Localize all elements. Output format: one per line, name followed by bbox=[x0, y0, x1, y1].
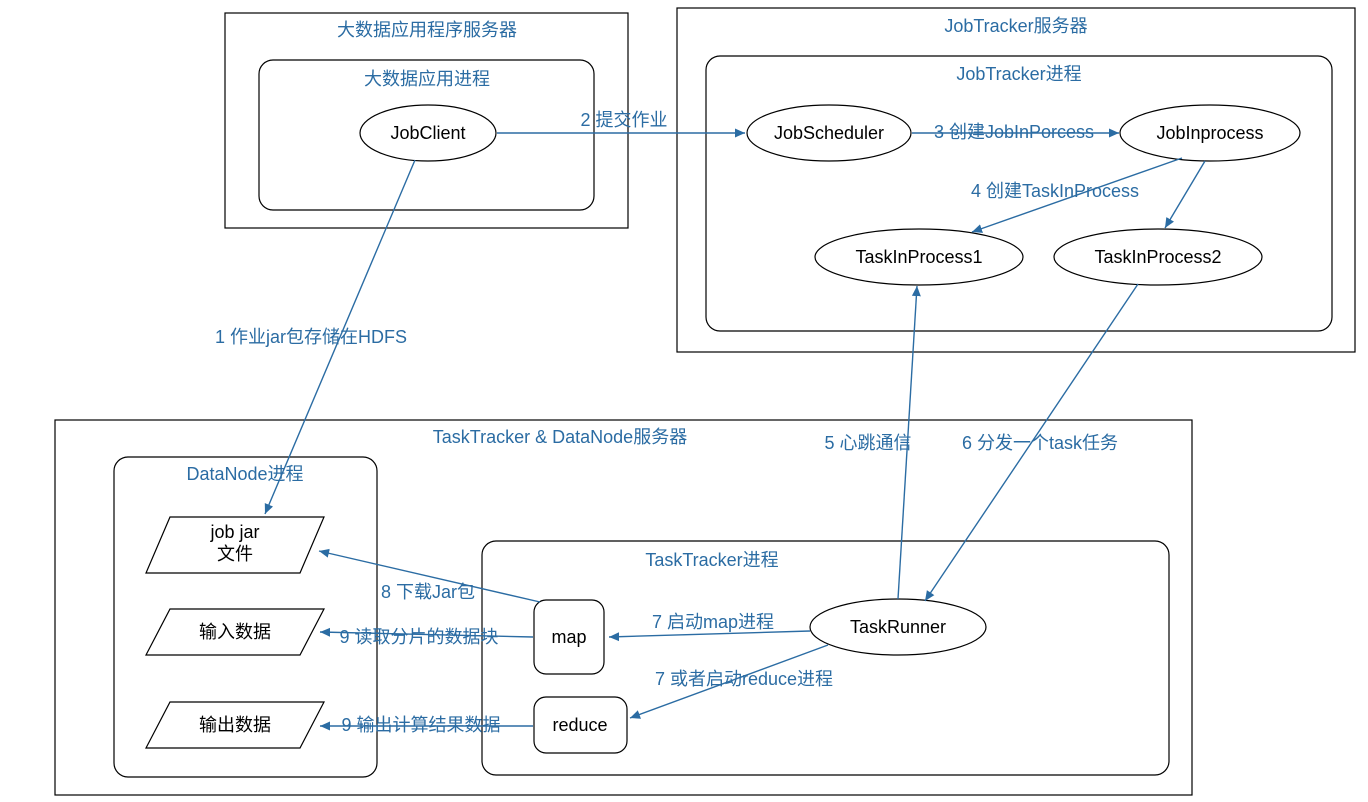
svg-text:9 读取分片的数据块: 9 读取分片的数据块 bbox=[339, 627, 498, 647]
tt-dn-server-title: TaskTracker & DataNode服务器 bbox=[433, 427, 687, 447]
edge-3: 3 创建JobInPorcess bbox=[912, 122, 1119, 142]
label-taskrunner: TaskRunner bbox=[850, 617, 946, 637]
edge-7a: 7 启动map进程 bbox=[609, 612, 810, 637]
edge-2: 2 提交作业 bbox=[497, 110, 745, 133]
app-server-title: 大数据应用程序服务器 bbox=[337, 20, 517, 40]
label-outputdata: 输出数据 bbox=[199, 715, 271, 735]
svg-text:8 下载Jar包: 8 下载Jar包 bbox=[381, 582, 475, 602]
diagram-canvas: 大数据应用程序服务器 大数据应用进程 JobClient JobTracker服… bbox=[0, 0, 1368, 802]
svg-text:3 创建JobInPorcess: 3 创建JobInPorcess bbox=[934, 122, 1094, 142]
svg-text:2 提交作业: 2 提交作业 bbox=[580, 110, 667, 130]
svg-text:1 作业jar包存储在HDFS: 1 作业jar包存储在HDFS bbox=[215, 327, 407, 347]
svg-text:7 或者启动reduce进程: 7 或者启动reduce进程 bbox=[655, 669, 833, 689]
edge-9b: 9 输出计算结果数据 bbox=[320, 715, 533, 735]
svg-text:5 心跳通信: 5 心跳通信 bbox=[824, 433, 911, 453]
jobtracker-server-title: JobTracker服务器 bbox=[944, 16, 1087, 36]
edge-1: 1 作业jar包存储在HDFS bbox=[215, 160, 415, 514]
app-server-container: 大数据应用程序服务器 大数据应用进程 JobClient bbox=[225, 13, 628, 228]
svg-text:4 创建TaskInProcess: 4 创建TaskInProcess bbox=[971, 181, 1139, 201]
app-process-title: 大数据应用进程 bbox=[364, 69, 490, 89]
tasktracker-process-box bbox=[482, 541, 1169, 775]
svg-text:6 分发一个task任务: 6 分发一个task任务 bbox=[962, 433, 1118, 453]
label-map: map bbox=[551, 627, 586, 647]
jobtracker-process-title: JobTracker进程 bbox=[956, 64, 1081, 84]
svg-text:7 启动map进程: 7 启动map进程 bbox=[652, 612, 774, 632]
label-inputdata: 输入数据 bbox=[199, 622, 271, 642]
label-jobclient: JobClient bbox=[390, 123, 465, 143]
edge-7b: 7 或者启动reduce进程 bbox=[630, 645, 833, 718]
edge-9a: 9 读取分片的数据块 bbox=[320, 627, 533, 647]
datanode-process-title: DataNode进程 bbox=[186, 464, 303, 484]
label-tip2: TaskInProcess2 bbox=[1094, 247, 1221, 267]
tt-dn-server-container: TaskTracker & DataNode服务器 DataNode进程 job… bbox=[55, 420, 1192, 795]
svg-text:9 输出计算结果数据: 9 输出计算结果数据 bbox=[341, 715, 500, 735]
edge-8: 8 下载Jar包 bbox=[319, 551, 540, 602]
label-jobscheduler: JobScheduler bbox=[774, 123, 884, 143]
label-jobjar1: job jar bbox=[209, 522, 259, 542]
edge-4: 4 创建TaskInProcess bbox=[971, 158, 1205, 232]
label-tip1: TaskInProcess1 bbox=[855, 247, 982, 267]
label-reduce: reduce bbox=[552, 715, 607, 735]
edge-5: 5 心跳通信 bbox=[824, 286, 917, 599]
label-jobinprocess: JobInprocess bbox=[1156, 123, 1263, 143]
jobtracker-server-container: JobTracker服务器 JobTracker进程 JobScheduler … bbox=[677, 8, 1355, 352]
tasktracker-process-title: TaskTracker进程 bbox=[645, 550, 778, 570]
label-jobjar2: 文件 bbox=[217, 544, 253, 564]
